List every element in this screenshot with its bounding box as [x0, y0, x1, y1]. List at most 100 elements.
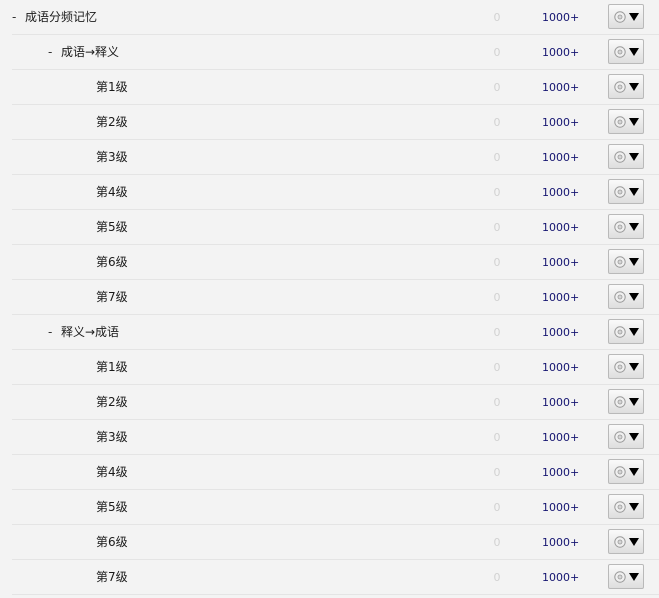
deck-label[interactable]: 第5级 — [96, 210, 128, 245]
deck-row[interactable]: 第7级 0 1000+ — [12, 280, 659, 315]
deck-row[interactable]: 第1级 0 1000+ — [12, 350, 659, 385]
caret-down-icon — [629, 152, 639, 161]
deck-tree: - 成语分频记忆 0 1000+ - 成语→释义 0 1000+ 第1级 0 1… — [0, 0, 659, 595]
gear-icon — [614, 500, 626, 513]
deck-options-button[interactable] — [608, 494, 644, 519]
deck-options-button[interactable] — [608, 109, 644, 134]
deck-name[interactable]: 第1级 — [96, 360, 128, 374]
deck-row[interactable]: 第1级 0 1000+ — [12, 70, 659, 105]
deck-name[interactable]: 第5级 — [96, 500, 128, 514]
deck-options-button[interactable] — [608, 144, 644, 169]
deck-options-button[interactable] — [608, 424, 644, 449]
deck-row[interactable]: 第3级 0 1000+ — [12, 420, 659, 455]
deck-row[interactable]: - 成语分频记忆 0 1000+ — [12, 0, 659, 35]
caret-down-icon — [629, 537, 639, 546]
gear-icon — [614, 220, 626, 233]
new-count: 1000+ — [542, 116, 580, 129]
due-count: 0 — [493, 396, 501, 409]
deck-name[interactable]: 第6级 — [96, 535, 128, 549]
deck-name[interactable]: 第3级 — [96, 430, 128, 444]
deck-options-button[interactable] — [608, 179, 644, 204]
deck-row[interactable]: 第5级 0 1000+ — [12, 490, 659, 525]
due-count: 0 — [493, 466, 501, 479]
deck-options-button[interactable] — [608, 564, 644, 589]
new-count: 1000+ — [542, 46, 580, 59]
deck-options-button[interactable] — [608, 284, 644, 309]
deck-label[interactable]: - 成语分频记忆 — [12, 0, 97, 35]
deck-name[interactable]: 第4级 — [96, 465, 128, 479]
deck-label[interactable]: 第1级 — [96, 350, 128, 385]
deck-options-button[interactable] — [608, 319, 644, 344]
deck-name[interactable]: 第7级 — [96, 570, 128, 584]
deck-row[interactable]: 第4级 0 1000+ — [12, 175, 659, 210]
deck-row[interactable]: - 释义→成语 0 1000+ — [12, 315, 659, 350]
deck-row[interactable]: 第3级 0 1000+ — [12, 140, 659, 175]
caret-down-icon — [629, 397, 639, 406]
deck-options-button[interactable] — [608, 389, 644, 414]
deck-name[interactable]: 第3级 — [96, 150, 128, 164]
due-count: 0 — [493, 81, 501, 94]
deck-label[interactable]: 第6级 — [96, 245, 128, 280]
deck-row[interactable]: 第5级 0 1000+ — [12, 210, 659, 245]
deck-label[interactable]: 第7级 — [96, 560, 128, 595]
deck-name[interactable]: 释义→成语 — [61, 325, 119, 339]
deck-options-button[interactable] — [608, 529, 644, 554]
deck-label[interactable]: 第6级 — [96, 525, 128, 560]
collapse-toggle[interactable]: - — [48, 35, 58, 70]
due-count: 0 — [493, 11, 501, 24]
deck-row[interactable]: 第4级 0 1000+ — [12, 455, 659, 490]
deck-name[interactable]: 第2级 — [96, 115, 128, 129]
new-count: 1000+ — [542, 221, 580, 234]
deck-name[interactable]: 第6级 — [96, 255, 128, 269]
deck-label[interactable]: - 释义→成语 — [48, 315, 119, 350]
deck-name[interactable]: 成语分频记忆 — [25, 10, 97, 24]
deck-row[interactable]: 第2级 0 1000+ — [12, 105, 659, 140]
deck-name[interactable]: 第2级 — [96, 395, 128, 409]
deck-label[interactable]: 第7级 — [96, 280, 128, 315]
deck-label[interactable]: 第3级 — [96, 420, 128, 455]
gear-icon — [614, 45, 626, 58]
due-count: 0 — [493, 256, 501, 269]
deck-name[interactable]: 第1级 — [96, 80, 128, 94]
new-count: 1000+ — [542, 431, 580, 444]
deck-name[interactable]: 第4级 — [96, 185, 128, 199]
deck-options-button[interactable] — [608, 459, 644, 484]
deck-label[interactable]: - 成语→释义 — [48, 35, 119, 70]
collapse-toggle[interactable]: - — [48, 315, 58, 350]
deck-row[interactable]: 第6级 0 1000+ — [12, 525, 659, 560]
deck-label[interactable]: 第1级 — [96, 70, 128, 105]
deck-options-button[interactable] — [608, 354, 644, 379]
deck-name[interactable]: 第7级 — [96, 290, 128, 304]
deck-options-button[interactable] — [608, 249, 644, 274]
deck-label[interactable]: 第4级 — [96, 455, 128, 490]
gear-icon — [614, 10, 626, 23]
deck-label[interactable]: 第4级 — [96, 175, 128, 210]
deck-row[interactable]: 第2级 0 1000+ — [12, 385, 659, 420]
caret-down-icon — [629, 502, 639, 511]
deck-options-button[interactable] — [608, 214, 644, 239]
deck-label[interactable]: 第2级 — [96, 105, 128, 140]
due-count: 0 — [493, 571, 501, 584]
deck-row[interactable]: 第6级 0 1000+ — [12, 245, 659, 280]
collapse-toggle[interactable]: - — [12, 0, 22, 35]
deck-options-button[interactable] — [608, 39, 644, 64]
deck-name[interactable]: 第5级 — [96, 220, 128, 234]
gear-icon — [614, 150, 626, 163]
caret-down-icon — [629, 12, 639, 21]
deck-options-button[interactable] — [608, 74, 644, 99]
deck-label[interactable]: 第2级 — [96, 385, 128, 420]
deck-options-button[interactable] — [608, 4, 644, 29]
due-count: 0 — [493, 536, 501, 549]
due-count: 0 — [493, 46, 501, 59]
new-count: 1000+ — [542, 326, 580, 339]
deck-row[interactable]: - 成语→释义 0 1000+ — [12, 35, 659, 70]
deck-row[interactable]: 第7级 0 1000+ — [12, 560, 659, 595]
due-count: 0 — [493, 431, 501, 444]
deck-label[interactable]: 第5级 — [96, 490, 128, 525]
gear-icon — [614, 185, 626, 198]
caret-down-icon — [629, 222, 639, 231]
deck-name[interactable]: 成语→释义 — [61, 45, 119, 59]
deck-label[interactable]: 第3级 — [96, 140, 128, 175]
gear-icon — [614, 570, 626, 583]
due-count: 0 — [493, 501, 501, 514]
